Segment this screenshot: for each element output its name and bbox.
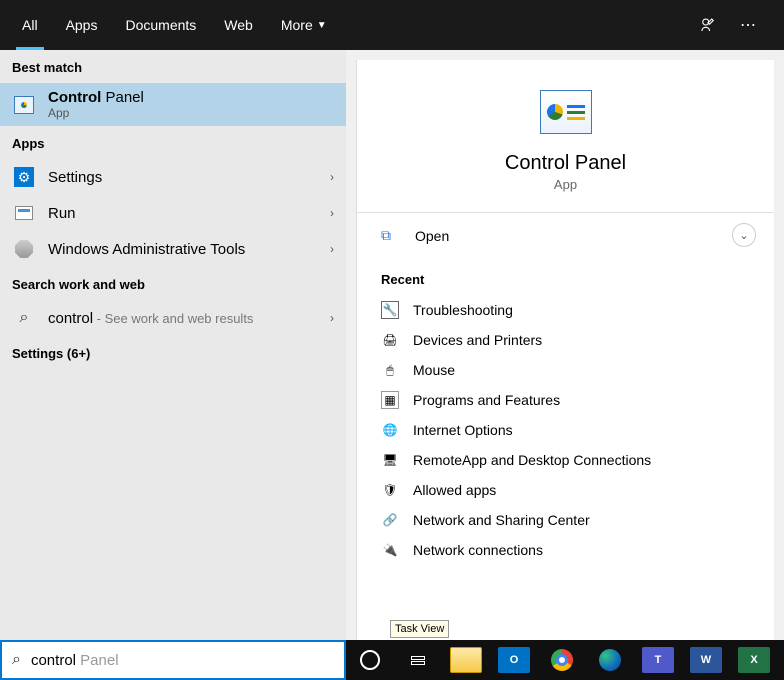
teams-button[interactable]: T: [634, 640, 682, 680]
search-icon: ⌕: [20, 309, 29, 327]
result-control-panel[interactable]: Control Panel App: [0, 83, 346, 126]
chevron-right-icon: ›: [330, 206, 334, 220]
best-match-label: Best match: [0, 50, 346, 83]
cortana-icon: [360, 650, 380, 670]
expand-actions-button[interactable]: ⌄: [732, 223, 756, 247]
chevron-right-icon: ›: [330, 170, 334, 184]
connections-icon: 🔌: [381, 541, 399, 559]
teams-icon: T: [642, 647, 674, 673]
search-icon: ⌕: [12, 651, 21, 669]
internet-icon: 🌐: [381, 421, 399, 439]
recent-devices-printers[interactable]: 🖨Devices and Printers: [357, 325, 774, 355]
filter-tabs: All Apps Documents Web More▼: [8, 0, 341, 50]
recent-troubleshooting[interactable]: 🔧Troubleshooting: [357, 295, 774, 325]
devices-icon: 🖨: [381, 331, 399, 349]
edge-icon: [599, 649, 621, 671]
troubleshooting-icon: 🔧: [381, 301, 399, 319]
result-run[interactable]: Run ›: [0, 195, 346, 231]
control-panel-icon: [14, 96, 34, 114]
chevron-down-icon: ▼: [317, 20, 327, 31]
recent-label: Recent: [357, 258, 774, 295]
apps-label: Apps: [0, 126, 346, 159]
taskbar-search-input[interactable]: ⌕ control Panel: [0, 640, 346, 680]
recent-allowed-apps[interactable]: 🛡Allowed apps: [357, 475, 774, 505]
outlook-button[interactable]: O: [490, 640, 538, 680]
result-settings[interactable]: ⚙ Settings ›: [0, 159, 346, 195]
file-explorer-button[interactable]: [442, 640, 490, 680]
tab-web[interactable]: Web: [210, 0, 267, 50]
preview-panel: Control Panel App ⧉ Open ⌄ Recent 🔧Troub…: [356, 60, 774, 640]
network-icon: 🔗: [381, 511, 399, 529]
task-view-button[interactable]: [394, 640, 442, 680]
settings-more-link[interactable]: Settings (6+): [0, 336, 346, 371]
cortana-button[interactable]: [346, 640, 394, 680]
result-admin-tools[interactable]: Windows Administrative Tools ›: [0, 231, 346, 267]
mouse-icon: 🖱: [381, 361, 399, 379]
result-web-search[interactable]: ⌕ control - See work and web results ›: [0, 300, 346, 336]
recent-mouse[interactable]: 🖱Mouse: [357, 355, 774, 385]
recent-list: 🔧Troubleshooting 🖨Devices and Printers 🖱…: [357, 295, 774, 565]
recent-remoteapp[interactable]: 🖥RemoteApp and Desktop Connections: [357, 445, 774, 475]
remoteapp-icon: 🖥: [381, 451, 399, 469]
taskview-tooltip: Task View: [390, 620, 449, 638]
folder-icon: [450, 647, 482, 673]
admin-tools-icon: [15, 240, 33, 258]
recent-network-sharing[interactable]: 🔗Network and Sharing Center: [357, 505, 774, 535]
chrome-button[interactable]: [538, 640, 586, 680]
word-icon: W: [690, 647, 722, 673]
tab-all[interactable]: All: [8, 0, 52, 50]
preview-subtitle: App: [554, 177, 577, 192]
edge-button[interactable]: [586, 640, 634, 680]
run-icon: [15, 206, 33, 220]
recent-network-connections[interactable]: 🔌Network connections: [357, 535, 774, 565]
feedback-icon[interactable]: [692, 9, 724, 41]
tab-more[interactable]: More▼: [267, 0, 341, 50]
tab-apps[interactable]: Apps: [52, 0, 112, 50]
settings-icon: ⚙: [14, 167, 34, 187]
chrome-icon: [551, 649, 573, 671]
excel-button[interactable]: X: [730, 640, 778, 680]
results-panel: Best match Control Panel App Apps ⚙ Sett…: [0, 50, 346, 640]
search-header: All Apps Documents Web More▼ ⋯: [0, 0, 784, 50]
open-icon: ⧉: [381, 227, 401, 244]
taskview-icon: [411, 656, 425, 665]
open-action[interactable]: ⧉ Open: [357, 213, 774, 258]
chevron-right-icon: ›: [330, 311, 334, 325]
recent-internet-options[interactable]: 🌐Internet Options: [357, 415, 774, 445]
taskbar: ⌕ control Panel O T W X: [0, 640, 784, 680]
control-panel-icon: [540, 90, 592, 134]
programs-icon: ▦: [381, 391, 399, 409]
tab-documents[interactable]: Documents: [111, 0, 210, 50]
outlook-icon: O: [498, 647, 530, 673]
search-web-label: Search work and web: [0, 267, 346, 300]
recent-programs-features[interactable]: ▦Programs and Features: [357, 385, 774, 415]
more-options-icon[interactable]: ⋯: [732, 9, 764, 41]
chevron-right-icon: ›: [330, 242, 334, 256]
excel-icon: X: [738, 647, 770, 673]
firewall-icon: 🛡: [381, 481, 399, 499]
preview-title: Control Panel: [505, 152, 626, 175]
word-button[interactable]: W: [682, 640, 730, 680]
